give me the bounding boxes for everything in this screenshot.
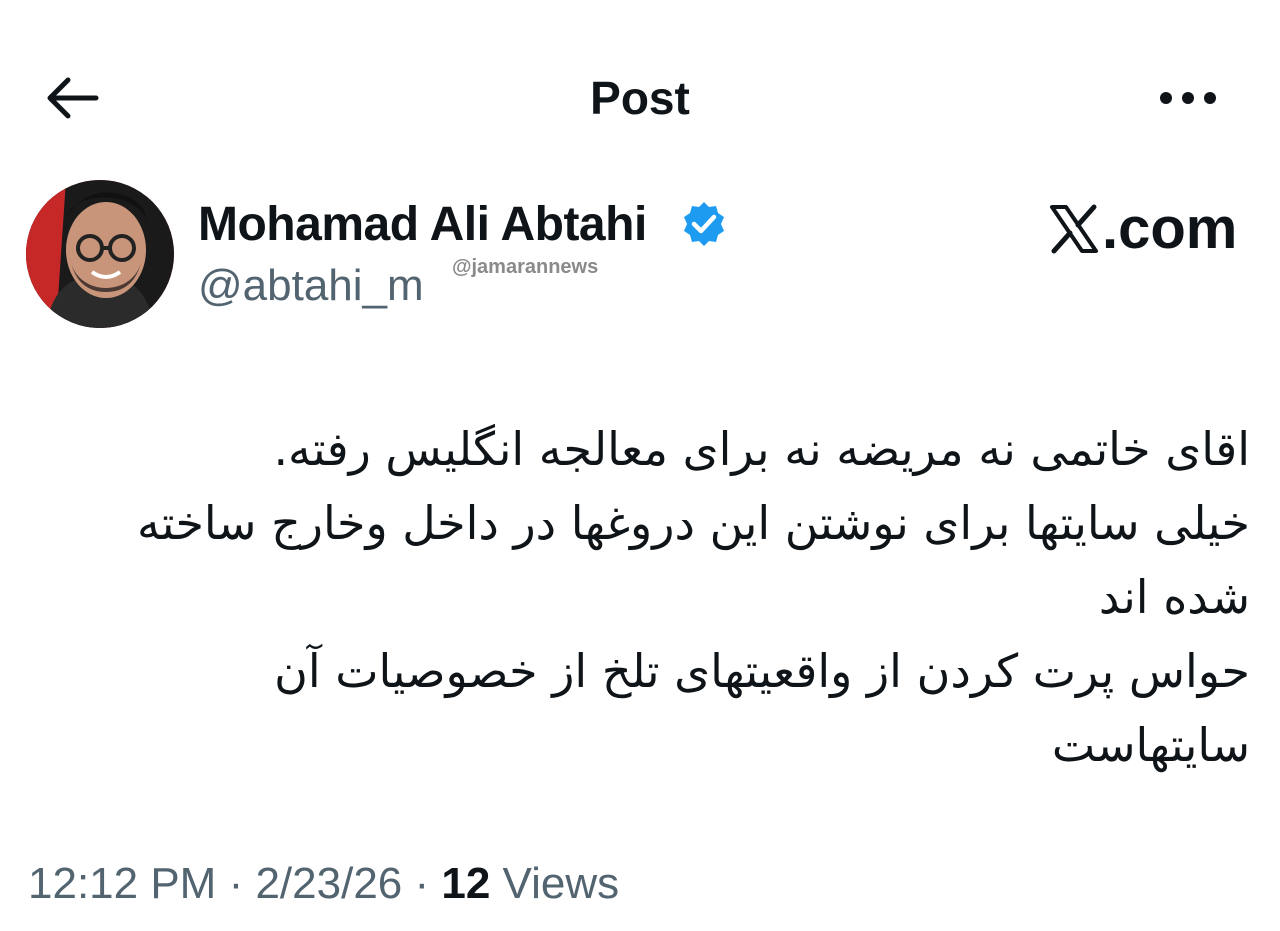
post-line: اقای خاتمی نه مریضه نه برای معالجه انگلی… — [273, 422, 1250, 476]
site-label: .com — [1048, 196, 1237, 262]
views-count[interactable]: 12 — [441, 859, 490, 908]
post-line: حواس پرت کردن از واقعیتهای تلخ از خصوصیا… — [274, 644, 1250, 698]
x-logo-icon — [1050, 204, 1098, 254]
more-options-button[interactable] — [1150, 70, 1226, 126]
top-bar: Post — [0, 0, 1280, 190]
site-label-text: .com — [1102, 196, 1238, 261]
page-title: Post — [590, 72, 690, 124]
views-label: Views — [490, 859, 620, 908]
separator: · — [402, 859, 442, 908]
post-line: خیلی سایتها برای نوشتن این دروغها در داخ… — [136, 496, 1250, 550]
watermark: @jamarannews — [452, 256, 599, 278]
post-line: شده اند — [1098, 570, 1250, 624]
post-date[interactable]: 2/23/26 — [255, 859, 402, 908]
author-handle[interactable]: @abtahi_m — [198, 258, 424, 314]
post-line: سایتهاست — [1051, 718, 1250, 772]
separator: · — [216, 859, 256, 908]
post-time[interactable]: 12:12 PM — [28, 859, 216, 908]
author-name[interactable]: Mohamad Ali Abtahi — [198, 196, 647, 254]
more-horizontal-icon — [1160, 92, 1216, 104]
post-meta: 12:12 PM · 2/23/26 · 12 Views — [28, 856, 619, 912]
verified-badge-icon — [684, 202, 724, 246]
post-body: اقای خاتمی نه مریضه نه برای معالجه انگلی… — [20, 412, 1250, 782]
avatar[interactable] — [26, 180, 174, 328]
avatar-portrait — [26, 180, 174, 328]
